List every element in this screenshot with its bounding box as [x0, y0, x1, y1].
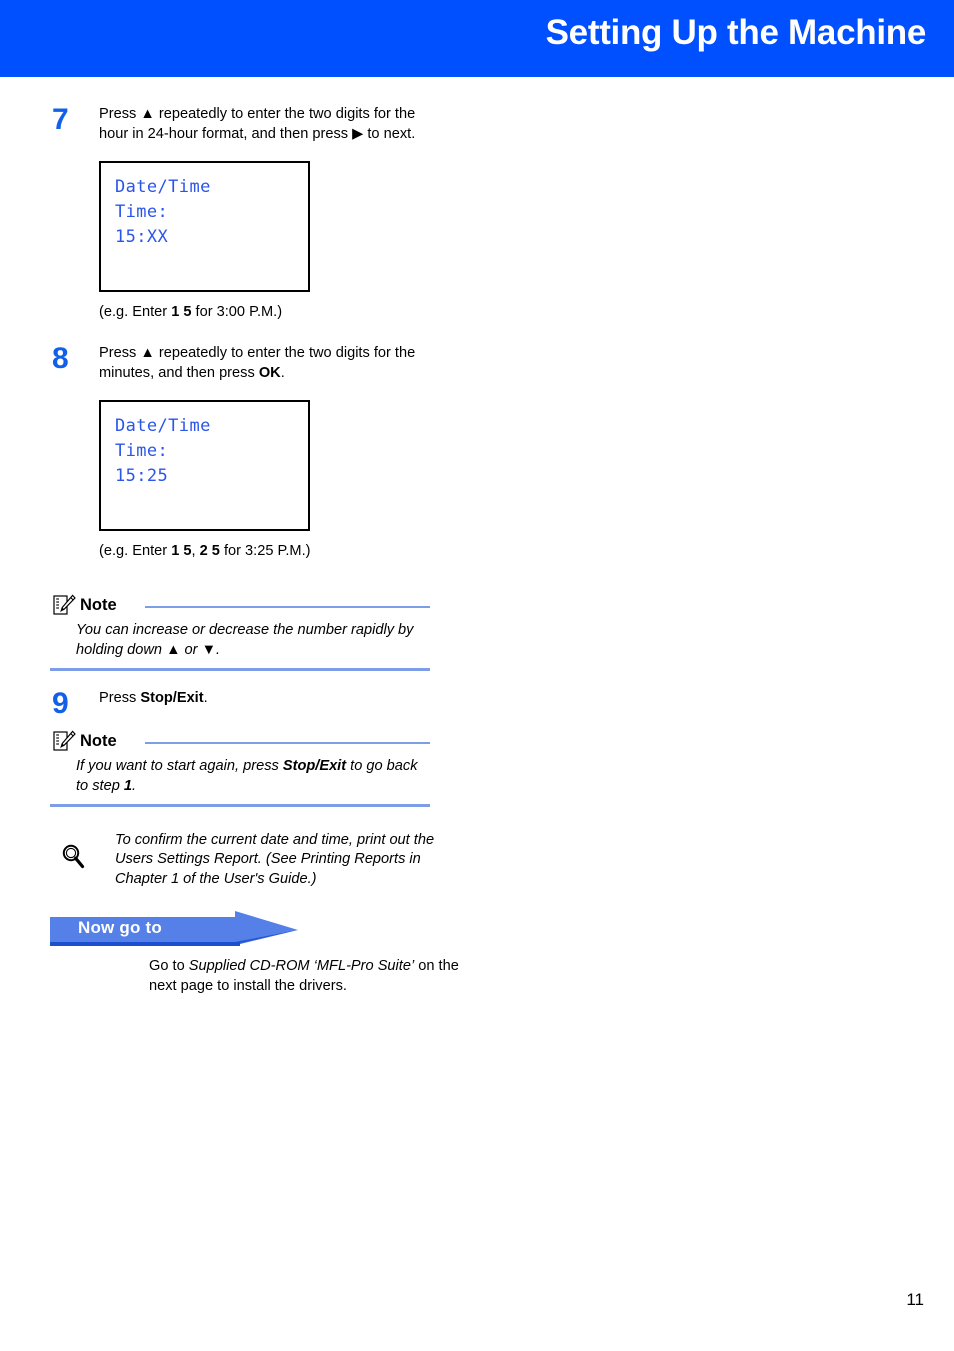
note-1-body: You can increase or decrease the number … [76, 622, 414, 659]
note-2-bottom-rule [50, 803, 430, 807]
caption-suffix: for 3:25 P.M.) [219, 543, 311, 560]
caption-suffix: for 3:00 P.M.) [191, 304, 283, 321]
caption-prefix: (e.g. Enter [99, 543, 172, 560]
lcd-display-step-7: Date/Time Time: 15:XX [99, 161, 310, 293]
caption-bold-2: 2 5 [199, 543, 220, 560]
note-2-label: Note [80, 731, 117, 750]
tip-text: To confirm the current date and time, pr… [115, 831, 435, 887]
step-8: 8 Press ▲ repeatedly to enter the two di… [0, 344, 954, 561]
lcd-line-1: Date/Time [115, 177, 211, 198]
step-7: 7 Press ▲ repeatedly to enter the two di… [0, 105, 954, 322]
note-block-2: Note If you want to start again, press S… [50, 723, 430, 807]
step-9-text-prefix: Press [99, 690, 141, 707]
magnifier-icon [60, 843, 88, 871]
note-1-header: Note [50, 593, 430, 619]
now-go-to-italic: Supplied CD-ROM ‘MFL-Pro Suite’ [188, 958, 415, 975]
lcd-line-1: Date/Time [115, 416, 211, 437]
step-8-instruction: Press ▲ repeatedly to enter the two digi… [99, 344, 429, 383]
page-number: 11 [906, 1290, 924, 1309]
step-7-instruction: Press ▲ repeatedly to enter the two digi… [99, 106, 416, 142]
lcd-line-2: Time: [115, 441, 169, 462]
step-9-body: Press Stop/Exit. [99, 689, 954, 709]
note-1-label: Note [80, 596, 117, 615]
step-7-body: Press ▲ repeatedly to enter the two digi… [99, 105, 954, 322]
step-9-instruction: Press Stop/Exit. [99, 689, 429, 709]
step-8-text-bold: OK [258, 364, 281, 381]
step-9-text-bold: Stop/Exit [140, 690, 204, 707]
now-go-to-prefix: Go to [149, 958, 189, 975]
now-go-to-label: Now go to [78, 918, 162, 938]
note-pencil-icon [52, 730, 76, 754]
note-2-body-bold-1: Stop/Exit [282, 757, 347, 774]
step-8-number: 8 [52, 342, 69, 376]
note-2-body: If you want to start again, press Stop/E… [76, 756, 430, 804]
lcd-display-step-8: Date/Time Time: 15:25 [99, 400, 310, 532]
tip-block: To confirm the current date and time, pr… [50, 831, 450, 890]
lcd-line-2: Time: [115, 202, 169, 223]
caption-bold-1: 1 5 [171, 543, 192, 560]
step-8-body: Press ▲ repeatedly to enter the two digi… [99, 344, 954, 561]
now-go-to-text: Go to Supplied CD-ROM ‘MFL-Pro Suite’ on… [149, 957, 479, 996]
step-9-text-suffix: . [203, 690, 208, 707]
step-8-text-suffix: . [280, 364, 285, 381]
note-2-header: Note [50, 729, 430, 755]
step-7-number: 7 [52, 103, 69, 136]
step-8-text-prefix: Press ▲ repeatedly to enter the two digi… [99, 345, 416, 381]
lcd-line-3: 15:25 [115, 466, 169, 487]
note-2-body-prefix: If you want to start again, press [76, 757, 283, 774]
caption-prefix: (e.g. Enter [99, 304, 172, 321]
page-header-banner: Setting Up the Machine [0, 0, 954, 77]
page-content: 7 Press ▲ repeatedly to enter the two di… [0, 77, 954, 996]
step-8-example-caption: (e.g. Enter 1 5, 2 5 for 3:25 P.M.) [99, 542, 914, 561]
now-go-to-block: Now go to [50, 911, 450, 949]
note-1-header-rule [145, 606, 430, 609]
lcd-line-3: 15:XX [115, 227, 169, 248]
step-9: 9 Press Stop/Exit. [0, 689, 954, 719]
note-1-bottom-rule [50, 668, 430, 672]
note-2-body-bold-2: 1 [123, 777, 132, 794]
caption-bold-1: 1 5 [171, 304, 192, 321]
step-7-example-caption: (e.g. Enter 1 5 for 3:00 P.M.) [99, 303, 914, 322]
page-title: Setting Up the Machine [545, 13, 927, 52]
note-2-body-suffix: . [132, 777, 137, 794]
note-pencil-icon [52, 594, 76, 618]
note-block-1: Note You can increase or decrease the nu… [50, 587, 430, 672]
step-9-number: 9 [52, 687, 69, 721]
caption-mid: , [191, 543, 200, 560]
note-2-header-rule [145, 741, 430, 744]
